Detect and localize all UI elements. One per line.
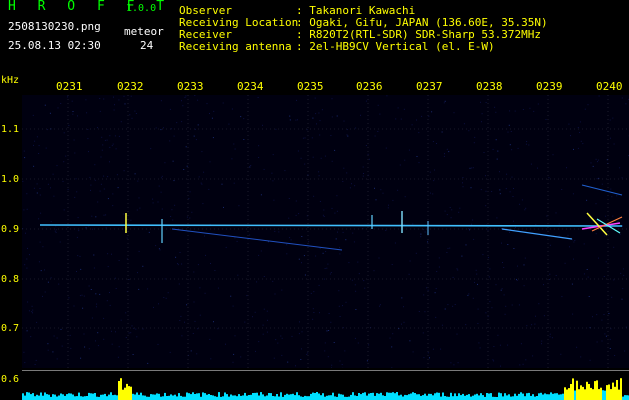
time-tick: 0240 — [596, 80, 623, 93]
file-name: 2508130230.png — [8, 20, 101, 33]
freq-tick: 0.8 — [1, 274, 20, 285]
freq-tick: 1.1 — [1, 124, 20, 135]
separator-line — [22, 370, 629, 371]
freq-tick: 0.9 — [1, 224, 20, 235]
time-tick: 0235 — [297, 80, 324, 93]
time-tick: 0231 — [56, 80, 83, 93]
spectrogram — [22, 95, 629, 368]
time-tick: 0236 — [356, 80, 383, 93]
antenna-key: Receiving antenna — [179, 40, 292, 53]
observation-datetime: 25.08.13 02:30 — [8, 39, 101, 52]
time-tick: 0238 — [476, 80, 503, 93]
carrier-trace — [39, 224, 623, 227]
time-tick: 0237 — [416, 80, 443, 93]
signal-strength-strip — [22, 372, 629, 400]
antenna-value: : 2el-HB9CV Vertical (el. E-W) — [296, 40, 495, 53]
time-tick: 0232 — [117, 80, 144, 93]
freq-tick: 0.6 — [1, 374, 20, 385]
time-tick: 0239 — [536, 80, 563, 93]
freq-tick: 1.0 — [1, 174, 20, 185]
y-axis-unit: kHz — [1, 75, 20, 86]
freq-tick: 0.7 — [1, 323, 20, 334]
time-tick: 0233 — [177, 80, 204, 93]
meteor-count: 24 — [140, 39, 154, 52]
time-tick: 0234 — [237, 80, 264, 93]
app-version: 1.0.0 — [126, 3, 157, 14]
meteor-label: meteor — [124, 25, 164, 38]
